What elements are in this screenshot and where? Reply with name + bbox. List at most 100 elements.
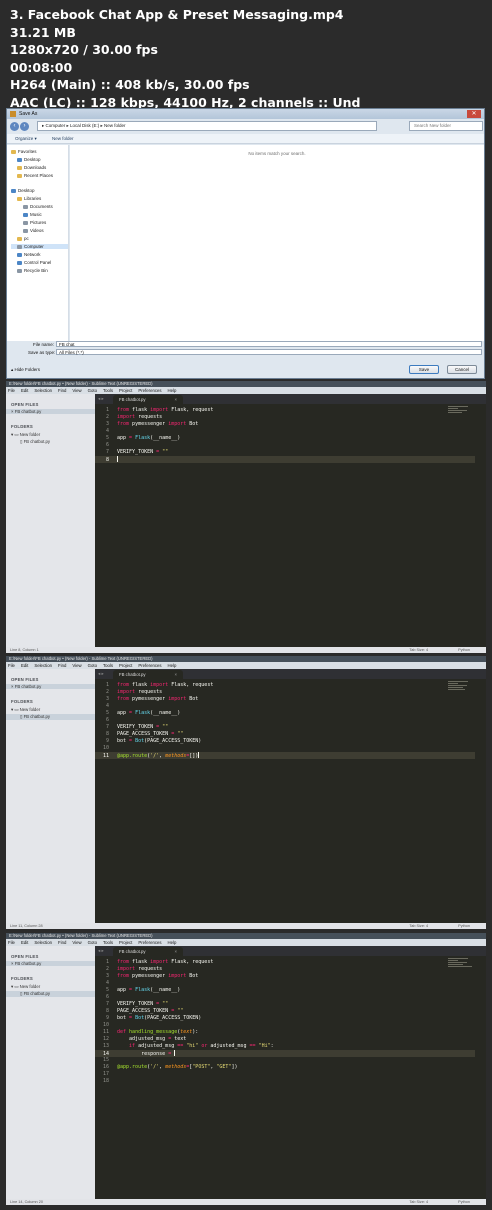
menu-item-project[interactable]: Project xyxy=(119,940,132,945)
menu-item-view[interactable]: View xyxy=(72,663,81,668)
address-path[interactable]: ▸ Computer ▸ Local Disk (E:) ▸ New folde… xyxy=(37,121,377,131)
code-line[interactable]: 13 if adjusted_msg == "hi" or adjusted_m… xyxy=(95,1043,475,1050)
nav-pc[interactable]: pc xyxy=(17,236,29,241)
menu-item-help[interactable]: Help xyxy=(168,388,177,393)
menu-item-edit[interactable]: Edit xyxy=(21,388,28,393)
folder-file-item[interactable]: ▯ FB chatbot.py xyxy=(6,991,95,997)
new-folder-button[interactable]: New folder xyxy=(52,136,74,141)
code-line[interactable]: 11 def handling_message(text): xyxy=(95,1029,475,1036)
nav-desktop-root[interactable]: Desktop xyxy=(11,188,35,193)
tab-fb-chatbot[interactable]: FB chatbot.py × xyxy=(113,670,183,679)
menu-item-view[interactable]: View xyxy=(72,940,81,945)
nav-videos[interactable]: Videos xyxy=(23,228,44,233)
menu-item-selection[interactable]: Selection xyxy=(34,940,52,945)
code-line[interactable]: 4 xyxy=(95,703,475,710)
code-line[interactable]: 3 from pymessenger import Bot xyxy=(95,973,475,980)
save-type-select[interactable]: All Files (*.*) xyxy=(56,349,482,355)
save-button[interactable]: Save xyxy=(409,365,439,374)
menu-item-file[interactable]: File xyxy=(8,663,15,668)
folder-file-item[interactable]: ▯ FB chatbot.py xyxy=(6,714,95,720)
tab-fb-chatbot[interactable]: FB chatbot.py × xyxy=(113,395,183,404)
code-line[interactable]: 6 xyxy=(95,717,475,724)
code-line[interactable]: 7 VERIFY_TOKEN = "" xyxy=(95,449,475,456)
code-line[interactable]: 12 adjusted_msg = text xyxy=(95,1036,475,1043)
menu-item-find[interactable]: Find xyxy=(58,663,66,668)
menu-item-preferences[interactable]: Preferences xyxy=(138,940,161,945)
code-line[interactable]: 2 import requests xyxy=(95,689,475,696)
menu-item-preferences[interactable]: Preferences xyxy=(138,388,161,393)
code-line[interactable]: 4 xyxy=(95,980,475,987)
folder-item[interactable]: ▾ ▭ New folder xyxy=(11,432,40,438)
code-line[interactable]: 6 xyxy=(95,994,475,1001)
code-line[interactable]: 7 VERIFY_TOKEN = "" xyxy=(95,724,475,731)
code-line[interactable]: 11 @app.route('/', methods=[]) xyxy=(95,752,475,759)
folder-item[interactable]: ▾ ▭ New folder xyxy=(11,984,40,990)
open-file-item[interactable]: × FB chatbot.py xyxy=(6,684,95,689)
close-button[interactable]: ✕ xyxy=(467,110,481,118)
code-line[interactable]: 1 from flask import Flask, request xyxy=(95,682,475,689)
menu-item-goto[interactable]: Goto xyxy=(88,388,97,393)
code-line[interactable]: 8 PAGE_ACCESS_TOKEN = "" xyxy=(95,1008,475,1015)
tab-close-icon[interactable]: × xyxy=(174,395,177,404)
menu-item-tools[interactable]: Tools xyxy=(103,388,113,393)
code-line[interactable]: 2 import requests xyxy=(95,966,475,973)
code-line[interactable]: 5 app = Flask(__name__) xyxy=(95,435,475,442)
menu-item-goto[interactable]: Goto xyxy=(88,663,97,668)
forward-icon[interactable]: › xyxy=(20,121,29,131)
tab-size[interactable]: Tab Size: 4 xyxy=(409,1200,428,1204)
code-line[interactable]: 14 response = xyxy=(95,1050,475,1057)
code-line[interactable]: 18 xyxy=(95,1078,475,1085)
nav-downloads[interactable]: Downloads xyxy=(17,165,46,170)
code-editor[interactable]: 1 from flask import Flask, request 2 import… xyxy=(95,956,486,1199)
code-line[interactable]: 3 from pymessenger import Bot xyxy=(95,696,475,703)
code-line[interactable]: 16 @app.route('/', methods=["POST", "GET"… xyxy=(95,1064,475,1071)
code-line[interactable]: 5 app = Flask(__name__) xyxy=(95,987,475,994)
syntax-mode[interactable]: Python xyxy=(458,924,470,928)
nav-libraries[interactable]: Libraries xyxy=(17,196,41,201)
code-line[interactable]: 10 xyxy=(95,1022,475,1029)
menu-item-help[interactable]: Help xyxy=(168,663,177,668)
folder-item[interactable]: ▾ ▭ New folder xyxy=(11,707,40,713)
syntax-mode[interactable]: Python xyxy=(458,648,470,652)
code-line[interactable]: 15 xyxy=(95,1057,475,1064)
code-editor[interactable]: 1 from flask import Flask, request 2 import… xyxy=(95,404,486,647)
tab-nav-arrows[interactable]: ◂ ▸ xyxy=(98,670,104,678)
menu-item-tools[interactable]: Tools xyxy=(103,940,113,945)
code-line[interactable]: 1 from flask import Flask, request xyxy=(95,407,475,414)
code-line[interactable]: 5 app = Flask(__name__) xyxy=(95,710,475,717)
syntax-mode[interactable]: Python xyxy=(458,1200,470,1204)
menu-item-view[interactable]: View xyxy=(72,388,81,393)
code-line[interactable]: 8 xyxy=(95,456,475,463)
menu-item-selection[interactable]: Selection xyxy=(34,663,52,668)
cancel-button[interactable]: Cancel xyxy=(447,365,477,374)
tab-nav-arrows[interactable]: ◂ ▸ xyxy=(98,395,104,403)
nav-computer[interactable]: Computer xyxy=(11,244,68,249)
tab-nav-arrows[interactable]: ◂ ▸ xyxy=(98,947,104,955)
back-icon[interactable]: ‹ xyxy=(10,121,19,131)
tab-size[interactable]: Tab Size: 4 xyxy=(409,648,428,652)
organize-button[interactable]: Organize ▾ xyxy=(15,136,37,141)
code-line[interactable]: 6 xyxy=(95,442,475,449)
tab-close-icon[interactable]: × xyxy=(174,670,177,679)
menu-item-find[interactable]: Find xyxy=(58,388,66,393)
nav-recycle-bin[interactable]: Recycle Bin xyxy=(17,268,48,273)
tab-size[interactable]: Tab Size: 4 xyxy=(409,924,428,928)
file-list-pane[interactable]: No items match your search. xyxy=(70,145,484,341)
open-file-item[interactable]: × FB chatbot.py xyxy=(6,961,95,966)
search-input[interactable]: Search New folder xyxy=(409,121,483,131)
tab-close-icon[interactable]: × xyxy=(174,947,177,956)
nav-music[interactable]: Music xyxy=(23,212,42,217)
nav-documents[interactable]: Documents xyxy=(23,204,53,209)
menu-item-find[interactable]: Find xyxy=(58,940,66,945)
nav-favorites[interactable]: Favorites xyxy=(11,149,37,154)
code-line[interactable]: 3 from pymessenger import Bot xyxy=(95,421,475,428)
nav-control-panel[interactable]: Control Panel xyxy=(17,260,51,265)
nav-network[interactable]: Network xyxy=(17,252,41,257)
menu-item-edit[interactable]: Edit xyxy=(21,663,28,668)
menu-item-selection[interactable]: Selection xyxy=(34,388,52,393)
menu-item-file[interactable]: File xyxy=(8,940,15,945)
menu-item-goto[interactable]: Goto xyxy=(88,940,97,945)
code-line[interactable]: 7 VERIFY_TOKEN = "" xyxy=(95,1001,475,1008)
tab-fb-chatbot[interactable]: FB chatbot.py × xyxy=(113,947,183,956)
menu-item-preferences[interactable]: Preferences xyxy=(138,663,161,668)
